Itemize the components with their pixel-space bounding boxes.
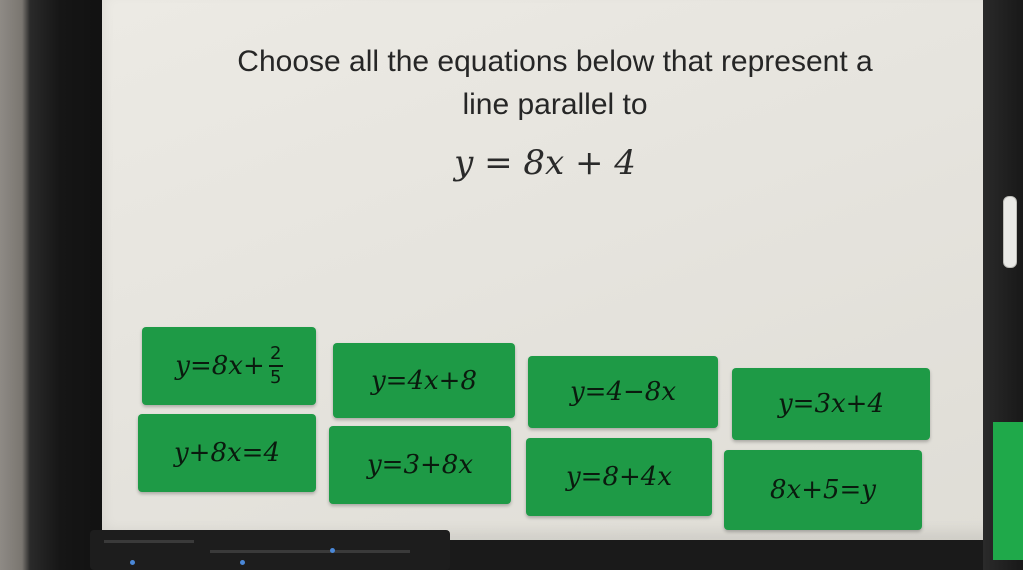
taskbar-app-icon[interactable]	[240, 560, 245, 565]
taskbar-app-icon[interactable]	[130, 560, 135, 565]
choice-tile-h[interactable]: 8x+5=y	[724, 450, 922, 530]
target-equation: y = 8x + 4	[454, 143, 636, 183]
choice-label-c: y=4−8x	[569, 377, 676, 407]
prompt-line-1: Choose all the equations below that repr…	[237, 45, 873, 78]
prompt-line-2: line parallel to	[462, 87, 648, 121]
scrollbar-handle[interactable]	[1003, 196, 1017, 268]
side-panel-edge	[993, 422, 1023, 560]
choice-label-e: y+8x=4	[173, 438, 280, 468]
choice-tile-g[interactable]: y=8+4x	[526, 438, 712, 516]
choice-label-f: y=3+8x	[366, 450, 473, 480]
fraction-denominator: 5	[270, 367, 282, 388]
choice-label-g: y=8+4x	[565, 462, 672, 492]
left-bezel	[0, 0, 105, 570]
question-prompt: Choose all the equations below that repr…	[110, 42, 1000, 125]
photo-frame: Choose all the equations below that repr…	[0, 0, 1023, 570]
choice-tile-c[interactable]: y=4−8x	[528, 356, 718, 428]
choice-label-a: y=8x+	[175, 351, 265, 381]
taskbar	[90, 530, 450, 570]
choice-label-h: 8x+5=y	[769, 475, 876, 505]
taskbar-app-icon[interactable]	[330, 548, 335, 553]
choice-tile-e[interactable]: y+8x=4	[138, 414, 316, 492]
taskbar-strip	[210, 550, 410, 553]
choice-tile-f[interactable]: y=3+8x	[329, 426, 511, 504]
choice-fraction-a: 2 5	[268, 343, 283, 388]
choice-tile-a[interactable]: y=8x+ 2 5	[142, 327, 316, 405]
choice-tile-b[interactable]: y=4x+8	[333, 343, 515, 418]
fraction-numerator: 2	[270, 343, 282, 364]
choice-label-b: y=4x+8	[370, 365, 477, 396]
taskbar-strip	[104, 540, 194, 543]
choice-label-d: y=3x+4	[777, 389, 884, 419]
choice-tile-d[interactable]: y=3x+4	[732, 368, 930, 440]
